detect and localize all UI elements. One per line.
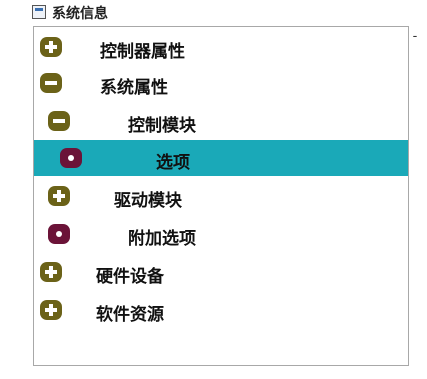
tree-item-hardware-devices[interactable]: 硬件设备 <box>34 254 408 290</box>
system-info-icon <box>32 5 46 19</box>
tree-item-driver-module[interactable]: 驱动模块 <box>34 178 408 214</box>
tree-item-label: 驱动模块 <box>114 191 182 211</box>
tree-item-label: 附加选项 <box>128 229 196 249</box>
tree-item-software-resources[interactable]: 软件资源 <box>34 292 408 328</box>
tree-item-label: 控制器属性 <box>100 42 185 62</box>
window-title: 系统信息 <box>52 6 108 22</box>
tree-view[interactable]: 控制器属性 系统属性 控制模块 选项 驱动模块 附加选项 硬件设备 软件资源 <box>33 26 409 366</box>
tree-item-label: 系统属性 <box>100 78 168 98</box>
tree-item-options[interactable]: 选项 <box>34 140 408 176</box>
tree-item-label: 硬件设备 <box>96 267 164 287</box>
leaf-node-icon <box>48 224 70 244</box>
tree-item-system-properties[interactable]: 系统属性 <box>34 65 408 101</box>
tree-item-label: 控制模块 <box>128 116 196 136</box>
collapse-minus-icon[interactable] <box>48 111 70 131</box>
expand-plus-icon[interactable] <box>40 37 62 57</box>
expand-plus-icon[interactable] <box>48 186 70 206</box>
expand-plus-icon[interactable] <box>40 300 62 320</box>
tree-item-control-module[interactable]: 控制模块 <box>34 103 408 139</box>
tree-item-additional-options[interactable]: 附加选项 <box>34 216 408 252</box>
collapse-minus-icon[interactable] <box>40 73 62 93</box>
expand-plus-icon[interactable] <box>40 262 62 282</box>
tree-item-controller-properties[interactable]: 控制器属性 <box>34 29 408 65</box>
scrollbar-indicator[interactable]: - <box>408 30 422 44</box>
title-bar: 系统信息 <box>0 0 427 26</box>
leaf-node-icon <box>60 148 82 168</box>
tree-item-label: 选项 <box>156 153 190 173</box>
tree-item-label: 软件资源 <box>96 305 164 325</box>
